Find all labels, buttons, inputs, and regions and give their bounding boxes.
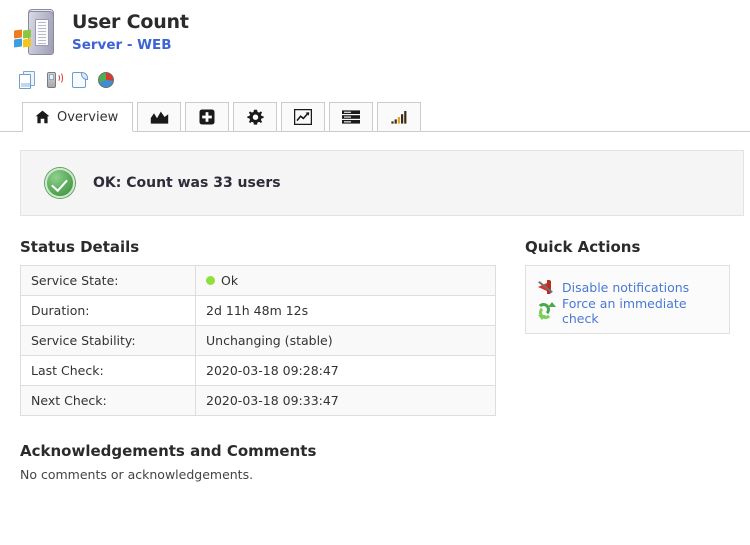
row-value: 2020-03-18 09:28:47: [195, 355, 496, 386]
notifications-device-icon[interactable]: [44, 70, 64, 90]
status-details-title: Status Details: [20, 238, 140, 256]
status-banner-text: OK: Count was 33 users: [93, 175, 281, 191]
main-columns: Status Details Service State: Ok Duratio…: [0, 238, 750, 416]
quick-actions-panel: Quick Actions Disable notifications Forc…: [520, 238, 750, 416]
title-block: User Count Server - WEB: [64, 8, 189, 55]
tab-bar: Overview: [0, 98, 750, 132]
tab-list[interactable]: [329, 102, 374, 132]
tab-overview[interactable]: Overview: [22, 102, 134, 132]
reports-pie-icon[interactable]: [96, 70, 116, 90]
table-row: Duration: 2d 11h 48m 12s: [20, 295, 496, 326]
refresh-arrows-icon: [536, 302, 556, 320]
quick-actions-title: Quick Actions: [525, 238, 641, 256]
duplicate-service-icon[interactable]: [18, 70, 38, 90]
row-key: Next Check:: [20, 385, 196, 416]
force-check-action[interactable]: Force an immediate check: [536, 296, 719, 326]
row-value-text: Ok: [221, 273, 239, 288]
signal-bars-icon: [391, 110, 408, 124]
disable-notifications-label: Disable notifications: [562, 279, 690, 295]
tab-signal[interactable]: [377, 102, 422, 132]
plus-square-icon: [199, 109, 215, 125]
server-list-icon: [342, 110, 361, 124]
service-log-icon[interactable]: [70, 70, 90, 90]
row-value: Unchanging (stable): [195, 325, 496, 356]
area-chart-icon: [150, 110, 169, 125]
force-check-label: Force an immediate check: [562, 296, 687, 326]
acknowledgements-text: No comments or acknowledgements.: [20, 467, 254, 482]
tab-trends[interactable]: [281, 102, 326, 132]
windows-server-icon: [12, 8, 64, 60]
tab-overview-label: Overview: [57, 109, 119, 125]
row-key: Duration:: [20, 295, 196, 326]
row-key: Service Stability:: [20, 325, 196, 356]
page-header: User Count Server - WEB: [0, 0, 750, 62]
tab-area-graph[interactable]: [137, 102, 182, 132]
action-icon-bar: [0, 62, 750, 92]
row-value: Ok: [195, 265, 496, 296]
page-title: User Count: [72, 11, 189, 33]
table-row: Service Stability: Unchanging (stable): [20, 325, 496, 356]
table-row: Last Check: 2020-03-18 09:28:47: [20, 355, 496, 386]
page-subtitle[interactable]: Server - WEB: [72, 35, 189, 55]
status-banner: OK: Count was 33 users: [20, 150, 744, 216]
mute-notifications-icon: [536, 278, 554, 296]
windows-logo-icon: [14, 29, 34, 50]
tab-settings[interactable]: [233, 102, 278, 132]
table-row: Next Check: 2020-03-18 09:33:47: [20, 385, 496, 416]
acknowledgements-title: Acknowledgements and Comments: [20, 442, 317, 460]
row-key: Service State:: [20, 265, 196, 296]
home-icon: [35, 110, 50, 124]
status-details-panel: Status Details Service State: Ok Duratio…: [20, 238, 520, 416]
row-value: 2d 11h 48m 12s: [195, 295, 496, 326]
gear-icon: [247, 109, 264, 126]
row-key: Last Check:: [20, 355, 196, 386]
acknowledgements-section: Acknowledgements and Comments No comment…: [0, 442, 750, 482]
ok-check-circle-icon: [45, 168, 75, 198]
row-value: 2020-03-18 09:33:47: [195, 385, 496, 416]
table-row: Service State: Ok: [20, 265, 496, 296]
state-dot-icon: [206, 276, 215, 285]
status-details-table: Service State: Ok Duration: 2d 11h 48m 1…: [20, 265, 496, 416]
service-detail-page: User Count Server - WEB Overview OK: Cou…: [0, 0, 750, 545]
tab-add[interactable]: [185, 102, 230, 132]
line-chart-icon: [294, 109, 313, 125]
quick-actions-box: Disable notifications Force an immediate…: [525, 265, 730, 334]
